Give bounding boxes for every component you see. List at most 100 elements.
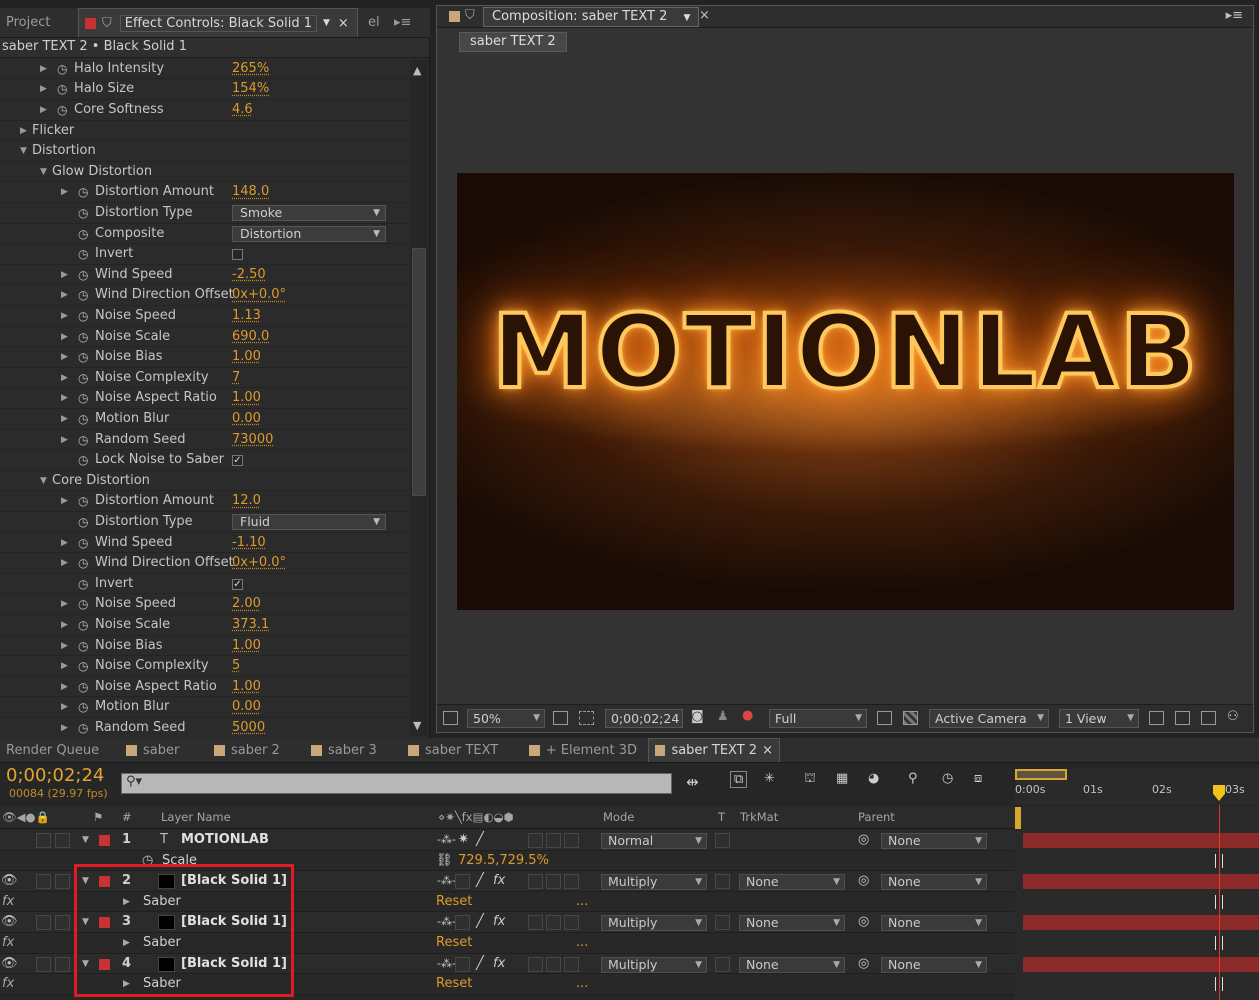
graph-editor-icon[interactable]: ◕ bbox=[868, 771, 879, 786]
scroll-thumb[interactable] bbox=[412, 248, 426, 496]
close-icon[interactable]: × bbox=[338, 16, 349, 31]
stopwatch-icon[interactable]: ◷ bbox=[78, 636, 88, 656]
effect-param-row[interactable]: ▶ ◷ Noise Scale 690.0 bbox=[0, 327, 408, 348]
3d-switch[interactable] bbox=[564, 874, 579, 890]
effect-param-row[interactable]: ◷ Composite Distortion bbox=[0, 224, 408, 245]
adjustment-switch[interactable] bbox=[546, 874, 561, 890]
param-value[interactable]: 1.00 bbox=[232, 388, 261, 408]
pickwhip-icon[interactable]: ◎ bbox=[858, 830, 869, 850]
param-value[interactable]: 73000 bbox=[232, 430, 273, 450]
close-icon[interactable]: × bbox=[762, 743, 773, 758]
layer-name[interactable]: MOTIONLAB bbox=[181, 830, 269, 850]
param-checkbox[interactable] bbox=[232, 249, 243, 261]
twirl-closed-icon[interactable]: ▶ bbox=[61, 615, 68, 635]
stopwatch-icon[interactable]: ◷ bbox=[78, 388, 88, 408]
stopwatch-icon[interactable]: ◷ bbox=[78, 533, 88, 553]
label-color-icon[interactable] bbox=[99, 835, 110, 846]
effect-group[interactable]: ▶ Flicker bbox=[0, 121, 408, 142]
motion-blur-switch[interactable] bbox=[528, 833, 543, 848]
quality-switch-icon[interactable]: ╱ bbox=[476, 830, 484, 850]
effect-param-row[interactable]: ▶ ◷ Wind Direction Offset 0x+0.0° bbox=[0, 285, 408, 306]
effect-options[interactable]: ... bbox=[576, 974, 588, 994]
param-checkbox[interactable]: ✓ bbox=[232, 578, 243, 590]
param-value[interactable]: 12.0 bbox=[232, 491, 261, 511]
always-preview-icon[interactable] bbox=[443, 711, 458, 725]
composition-viewer[interactable]: MOTIONLAB bbox=[457, 173, 1234, 610]
snapshot-icon[interactable]: ◙ bbox=[691, 709, 704, 724]
stopwatch-icon[interactable]: ◷ bbox=[78, 553, 88, 573]
effect-options[interactable]: ... bbox=[576, 892, 588, 912]
toggle-pixel-icon[interactable] bbox=[1149, 711, 1164, 725]
effect-group[interactable]: ▼ Glow Distortion bbox=[0, 162, 408, 183]
param-value[interactable]: 0.00 bbox=[232, 409, 261, 429]
hide-shy-icon[interactable]: ✳ bbox=[764, 771, 775, 786]
effects-switch-icon[interactable]: fx bbox=[493, 954, 505, 974]
twirl-closed-icon[interactable]: ▶ bbox=[61, 182, 68, 202]
solo-switch[interactable] bbox=[36, 874, 51, 890]
effect-controls-scrollbar[interactable]: ▲ ▼ bbox=[410, 60, 428, 736]
stopwatch-icon[interactable]: ◷ bbox=[57, 100, 67, 120]
preserve-transparency-switch[interactable] bbox=[715, 956, 730, 972]
solo-switch[interactable] bbox=[36, 956, 51, 972]
reset-link[interactable]: Reset bbox=[436, 933, 472, 953]
quality-switch-icon[interactable]: ╱ bbox=[476, 871, 484, 891]
twirl-open-icon[interactable]: ▼ bbox=[40, 471, 47, 491]
stopwatch-icon[interactable]: ◷ bbox=[78, 182, 88, 202]
fit-icon[interactable] bbox=[553, 711, 568, 725]
twirl-closed-icon[interactable]: ▶ bbox=[61, 553, 68, 573]
stopwatch-icon[interactable]: ◷ bbox=[78, 574, 88, 594]
effect-param-row[interactable]: ▶ ◷ Wind Speed -1.10 bbox=[0, 533, 408, 554]
layer-duration-bar[interactable] bbox=[1023, 874, 1259, 890]
eye-icon[interactable]: 👁 bbox=[1, 954, 18, 974]
mode-dropdown[interactable]: Multiply bbox=[601, 956, 707, 973]
timeline-icon[interactable] bbox=[1201, 711, 1216, 725]
eye-icon[interactable]: 👁 bbox=[1, 871, 18, 891]
effects-switch-icon[interactable]: fx bbox=[493, 871, 505, 891]
twirl-closed-icon[interactable]: ▶ bbox=[61, 347, 68, 367]
collapse-switch[interactable] bbox=[455, 956, 470, 972]
quality-switch-icon[interactable]: ╱ bbox=[476, 912, 484, 932]
dropdown-arrow-icon[interactable]: ▼ bbox=[683, 13, 690, 23]
twirl-closed-icon[interactable]: ▶ bbox=[61, 718, 68, 738]
col-layer-name[interactable]: Layer Name bbox=[161, 807, 231, 827]
param-dropdown[interactable]: Smoke bbox=[232, 205, 386, 221]
effect-param-row[interactable]: ▶ ◷ Noise Bias 1.00 bbox=[0, 636, 408, 657]
collapse-switch[interactable] bbox=[455, 874, 470, 890]
graph-toggle-icon[interactable]: ⧈ bbox=[974, 771, 982, 786]
composition-breadcrumb[interactable]: saber TEXT 2 bbox=[459, 32, 567, 52]
param-value[interactable]: 373.1 bbox=[232, 615, 269, 635]
channel-icon[interactable]: ● bbox=[742, 708, 753, 723]
close-icon[interactable]: × bbox=[699, 8, 710, 23]
3d-switch[interactable] bbox=[564, 915, 579, 931]
adjustment-switch[interactable] bbox=[546, 956, 561, 972]
property-value[interactable]: 729.5,729.5% bbox=[458, 851, 549, 871]
mode-dropdown[interactable]: Normal bbox=[601, 833, 707, 849]
stopwatch-icon[interactable]: ◷ bbox=[78, 615, 88, 635]
effect-param-row[interactable]: ▶ ◷ Noise Complexity 5 bbox=[0, 656, 408, 677]
shy-switch-icon[interactable]: -⁂- bbox=[437, 912, 456, 932]
param-value[interactable]: 265% bbox=[232, 59, 269, 79]
scroll-up-icon[interactable]: ▲ bbox=[413, 64, 421, 77]
effect-param-row[interactable]: ▶ ◷ Noise Scale 373.1 bbox=[0, 615, 408, 636]
twirl-open-icon[interactable]: ▼ bbox=[40, 162, 47, 182]
mode-dropdown[interactable]: Multiply bbox=[601, 915, 707, 932]
resolution-dropdown[interactable]: Full bbox=[769, 709, 867, 728]
tab-saber-text-2[interactable]: saber TEXT 2 × bbox=[648, 738, 780, 762]
param-value[interactable]: 5 bbox=[232, 656, 240, 676]
camera-dropdown[interactable]: Active Camera bbox=[929, 709, 1049, 728]
col-parent[interactable]: Parent bbox=[858, 807, 895, 827]
stopwatch-icon[interactable]: ◷ bbox=[78, 368, 88, 388]
stopwatch-icon[interactable]: ◷ bbox=[78, 244, 88, 264]
panel-menu-icon[interactable]: ▸≡ bbox=[388, 8, 428, 37]
twirl-closed-icon[interactable]: ▶ bbox=[61, 327, 68, 347]
tab-saber[interactable]: saber bbox=[120, 738, 202, 762]
param-value[interactable]: 2.00 bbox=[232, 594, 261, 614]
frame-blending-icon[interactable]: ⛫ bbox=[804, 771, 816, 788]
effect-param-row[interactable]: ▶ ◷ Motion Blur 0.00 bbox=[0, 697, 408, 718]
twirl-closed-icon[interactable]: ▶ bbox=[61, 533, 68, 553]
effect-param-row[interactable]: ▶ ◷ Noise Aspect Ratio 1.00 bbox=[0, 388, 408, 409]
effect-param-row[interactable]: ▶ ◷ Motion Blur 0.00 bbox=[0, 409, 408, 430]
adjustment-switch[interactable] bbox=[546, 915, 561, 931]
shy-switch-icon[interactable]: -⁂- bbox=[437, 830, 456, 850]
param-value[interactable]: 1.00 bbox=[232, 677, 261, 697]
